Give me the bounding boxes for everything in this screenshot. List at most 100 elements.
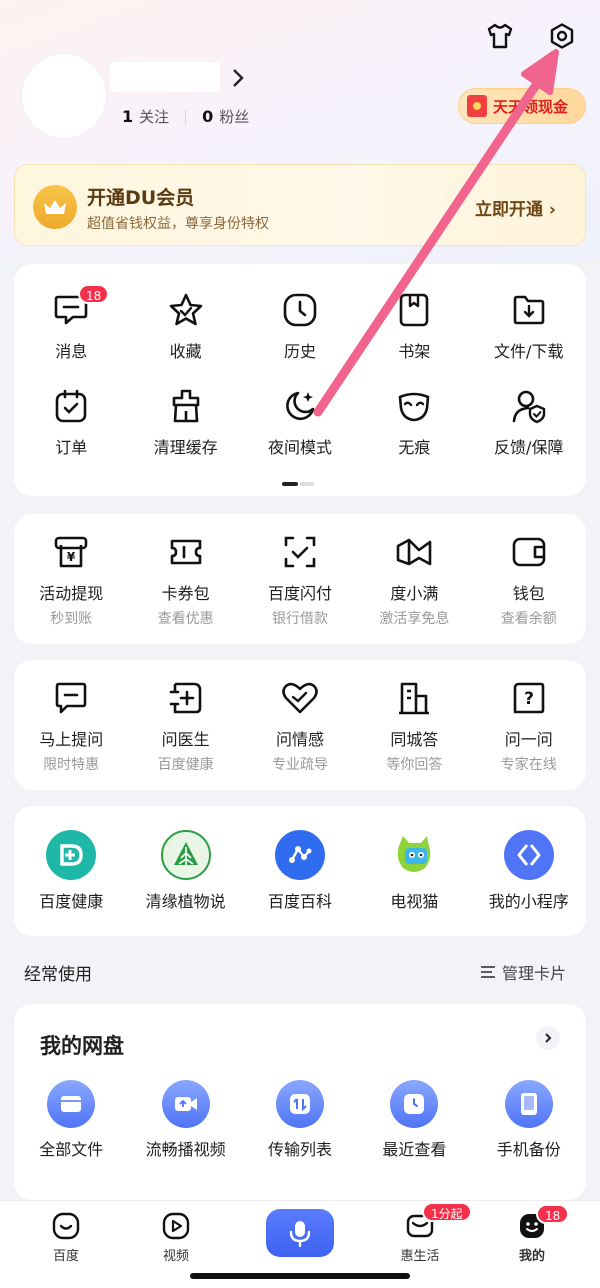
skin-tshirt-icon[interactable] [480, 16, 520, 56]
ask-doctor-label: 问医生 [161, 730, 210, 749]
smooth-video-item[interactable]: 流畅播视频 [128, 1080, 242, 1160]
red-packet-icon [467, 95, 487, 117]
daily-cash-label: 天天领现金 [493, 97, 569, 116]
apps-card: 百度健康 清缘植物说 百度百科 电视猫 我的小程序 [14, 806, 586, 936]
smooth-video-label: 流畅播视频 [145, 1140, 226, 1159]
phone-backup-item[interactable]: 手机备份 [472, 1080, 586, 1160]
baidu-health-icon [46, 830, 97, 880]
netdisk-card: 我的网盘 全部文件 流畅播视频 传输列表 最近查看 手机备份 [14, 1004, 586, 1200]
medical-plus-icon [166, 678, 206, 718]
vip-membership-card[interactable]: 开通DU会员 超值省钱权益，尊享身份特权 立即开通 › [14, 164, 586, 246]
recent-view-item[interactable]: 最近查看 [357, 1080, 471, 1160]
bookshelf-item[interactable]: 书架 [357, 290, 471, 362]
local-answer-item[interactable]: 同城答 等你回答 [357, 678, 471, 774]
home-indicator [190, 1273, 410, 1279]
vip-open-button[interactable]: 立即开通 › [475, 195, 556, 220]
daily-cash-button[interactable]: 天天领现金 [458, 88, 586, 124]
broom-icon [166, 386, 206, 426]
flash-pay-item[interactable]: 百度闪付 银行借款 [243, 532, 357, 628]
fans-count[interactable]: 0 [202, 107, 213, 126]
ask-emotion-item[interactable]: 问情感 专业疏导 [243, 678, 357, 774]
all-files-item[interactable]: 全部文件 [14, 1080, 128, 1160]
baidu-health-app[interactable]: 百度健康 [14, 830, 128, 912]
quick-tools-card: 18 消息 收藏 历史 书架 文件/下载 订单 清理缓存 夜间模式 无痕 反馈/… [14, 264, 586, 496]
ask-doctor-item[interactable]: 问医生 百度健康 [128, 678, 242, 774]
ask-emotion-sub: 专业疏导 [271, 757, 328, 773]
orders-item[interactable]: 订单 [14, 386, 128, 458]
profile-chevron-icon[interactable] [228, 66, 248, 90]
vip-title: 开通DU会员 [87, 187, 195, 209]
ask-expert-sub: 专家在线 [500, 757, 557, 773]
manage-cards-label: 管理卡片 [502, 964, 567, 983]
avatar[interactable] [22, 54, 106, 138]
baidu-home-icon [52, 1212, 80, 1240]
history-label: 历史 [283, 342, 316, 361]
building-icon [394, 678, 434, 718]
messages-badge: 18 [78, 284, 110, 304]
tv-cat-app[interactable]: 电视猫 [357, 830, 471, 912]
plant-leaf-icon [160, 830, 211, 880]
plant-app[interactable]: 清缘植物说 [128, 830, 242, 912]
yuan-receipt-icon: ¥ [51, 532, 91, 572]
voice-search-button[interactable] [266, 1209, 334, 1257]
night-mode-label: 夜间模式 [267, 438, 332, 457]
ask-emotion-label: 问情感 [275, 730, 324, 749]
baike-app[interactable]: 百度百科 [243, 830, 357, 912]
ticket-icon [166, 532, 206, 572]
transfer-list-item[interactable]: 传输列表 [243, 1080, 357, 1160]
user-shield-icon [509, 386, 549, 426]
favorites-label: 收藏 [169, 342, 202, 361]
tab-life-label: 惠生活 [400, 1249, 440, 1264]
ask-expert-item[interactable]: ? 问一问 专家在线 [472, 678, 586, 774]
fans-label[interactable]: 粉丝 [219, 106, 249, 127]
favorites-item[interactable]: 收藏 [128, 290, 242, 362]
feedback-item[interactable]: 反馈/保障 [472, 386, 586, 458]
quick-tools-row-1: 18 消息 收藏 历史 书架 文件/下载 [14, 284, 586, 362]
ask-doctor-sub: 百度健康 [157, 757, 214, 773]
night-mode-item[interactable]: 夜间模式 [243, 386, 357, 458]
activity-withdraw-label: 活动提现 [39, 584, 104, 603]
flash-pay-label: 百度闪付 [267, 584, 332, 603]
wallet-item[interactable]: 钱包 查看余额 [472, 532, 586, 628]
username-redacted [110, 62, 220, 92]
phone-backup-label: 手机备份 [496, 1140, 561, 1159]
all-files-label: 全部文件 [39, 1140, 104, 1159]
tab-life-badge: 1分起 [422, 1202, 472, 1222]
coupon-item[interactable]: 卡券包 查看优惠 [128, 532, 242, 628]
baidu-health-label: 百度健康 [39, 892, 104, 911]
mini-programs-app[interactable]: 我的小程序 [472, 830, 586, 912]
scan-check-icon [280, 532, 320, 572]
heart-icon [280, 678, 320, 718]
settings-gear-icon[interactable] [542, 16, 582, 56]
tab-baidu[interactable]: 百度 [26, 1211, 106, 1264]
quick-tools-row-2: 订单 清理缓存 夜间模式 无痕 反馈/保障 [14, 386, 586, 458]
manage-cards-button[interactable]: 管理卡片 [480, 960, 566, 984]
netdisk-more-chevron-icon[interactable] [536, 1026, 560, 1050]
messages-item[interactable]: 18 消息 [14, 284, 128, 362]
incognito-item[interactable]: 无痕 [357, 386, 471, 458]
netdisk-title[interactable]: 我的网盘 [40, 1030, 124, 1060]
flash-pay-sub: 银行借款 [271, 611, 328, 627]
follow-label[interactable]: 关注 [139, 106, 169, 127]
tv-cat-label: 电视猫 [390, 892, 439, 911]
activity-withdraw-item[interactable]: ¥ 活动提现 秒到账 [14, 532, 128, 628]
transfer-arrows-icon [275, 1080, 324, 1128]
netdisk-row: 全部文件 流畅播视频 传输列表 最近查看 手机备份 [14, 1080, 586, 1160]
download-folder-icon [509, 290, 549, 330]
duxiaoman-logo-icon [394, 532, 434, 572]
wallet-sub: 查看余额 [500, 611, 557, 627]
tab-video[interactable]: 视频 [136, 1211, 216, 1264]
book-icon [394, 290, 434, 330]
mini-program-icon [503, 830, 554, 880]
ask-now-label: 马上提问 [39, 730, 104, 749]
history-item[interactable]: 历史 [243, 290, 357, 362]
downloads-item[interactable]: 文件/下载 [472, 290, 586, 362]
tab-mine-label: 我的 [518, 1249, 545, 1264]
baike-network-icon [274, 830, 325, 880]
follow-count[interactable]: 1 [122, 107, 133, 126]
page-dot-active [282, 482, 298, 486]
duxiaoman-item[interactable]: 度小满 激活享免息 [357, 532, 471, 628]
clear-cache-item[interactable]: 清理缓存 [128, 386, 242, 458]
video-camera-icon [161, 1080, 210, 1128]
ask-now-item[interactable]: 马上提问 限时特惠 [14, 678, 128, 774]
